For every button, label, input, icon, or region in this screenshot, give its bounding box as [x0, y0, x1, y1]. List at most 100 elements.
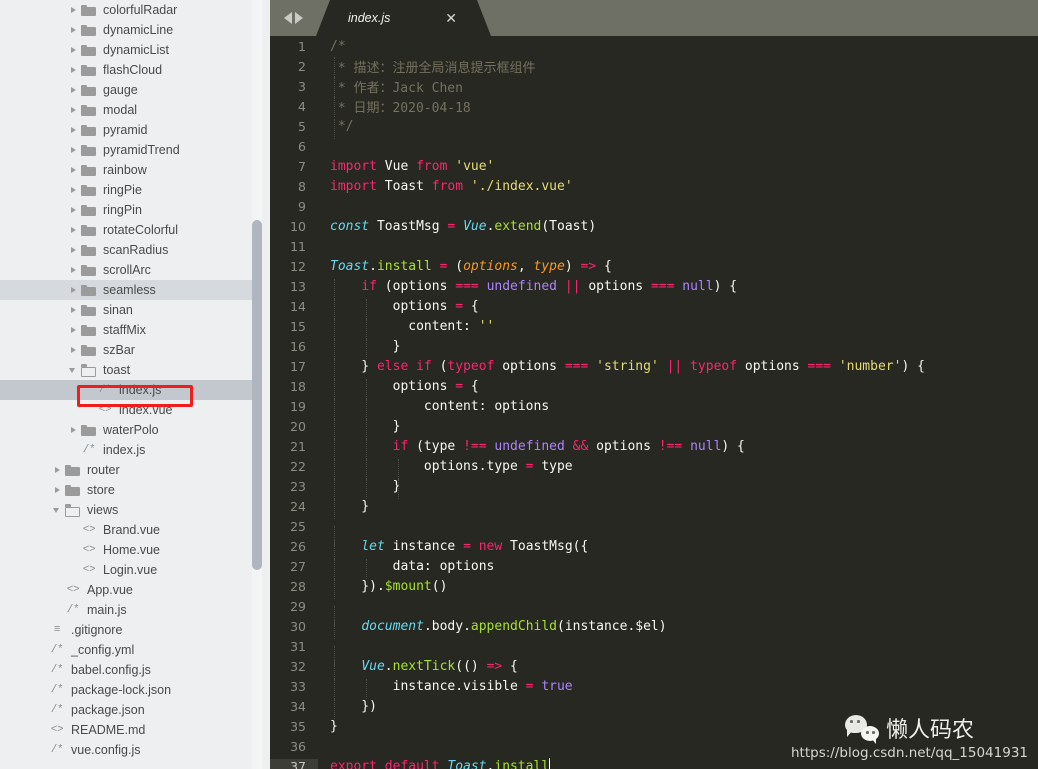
- code-line-text[interactable]: content: '': [318, 318, 1038, 339]
- code-line-text[interactable]: instance.visible = true: [318, 678, 1038, 699]
- tree-folder-store[interactable]: store: [0, 480, 262, 500]
- code-line[interactable]: 30 document.body.appendChild(instance.$e…: [270, 616, 1038, 639]
- code-line[interactable]: 37 export default Toast.install: [270, 756, 1038, 769]
- code-line[interactable]: 23 }: [270, 476, 1038, 499]
- tree-folder-ringPin[interactable]: ringPin: [0, 200, 262, 220]
- chevron-right-icon[interactable]: [68, 125, 79, 136]
- tree-file-Home.vue[interactable]: <> Home.vue: [0, 540, 262, 560]
- code-line[interactable]: 9: [270, 196, 1038, 216]
- code-line[interactable]: 10 const ToastMsg = Vue.extend(Toast): [270, 216, 1038, 236]
- code-line-text[interactable]: }: [318, 418, 1038, 439]
- code-line[interactable]: 18 options = {: [270, 376, 1038, 399]
- code-line[interactable]: 29: [270, 596, 1038, 626]
- code-line[interactable]: 4 * 日期：2020-04-18: [270, 96, 1038, 117]
- tree-folder-modal[interactable]: modal: [0, 100, 262, 120]
- chevron-right-icon[interactable]: [68, 305, 79, 316]
- code-line[interactable]: 31: [270, 636, 1038, 666]
- code-line-text[interactable]: let instance = new ToastMsg({: [318, 538, 1038, 559]
- code-line-text[interactable]: if (options === undefined || options ===…: [318, 278, 1038, 299]
- code-line[interactable]: 27 data: options: [270, 556, 1038, 579]
- tree-folder-rainbow[interactable]: rainbow: [0, 160, 262, 180]
- code-line-text[interactable]: }: [318, 498, 1038, 519]
- code-line-text[interactable]: data: options: [318, 558, 1038, 579]
- chevron-right-icon[interactable]: [68, 85, 79, 96]
- code-line[interactable]: 11: [270, 236, 1038, 256]
- chevron-down-icon[interactable]: [68, 365, 79, 376]
- code-line-text[interactable]: }: [318, 719, 1038, 734]
- code-line-text[interactable]: }).$mount(): [318, 578, 1038, 599]
- tree-file-README.md[interactable]: <> README.md: [0, 720, 262, 740]
- code-line[interactable]: 34 }): [270, 696, 1038, 719]
- tree-file-Login.vue[interactable]: <> Login.vue: [0, 560, 262, 580]
- tree-folder-waterPolo[interactable]: waterPolo: [0, 420, 262, 440]
- tree-file-.gitignore[interactable]: ≡ .gitignore: [0, 620, 262, 640]
- chevron-right-icon[interactable]: [68, 65, 79, 76]
- code-line-text[interactable]: if (type !== undefined && options !== nu…: [318, 438, 1038, 459]
- code-line-text[interactable]: * 日期：2020-04-18: [318, 96, 1038, 117]
- sidebar-scrollbar-thumb[interactable]: [252, 220, 262, 570]
- tree-folder-sinan[interactable]: sinan: [0, 300, 262, 320]
- code-line[interactable]: 16 }: [270, 336, 1038, 359]
- tree-folder-szBar[interactable]: szBar: [0, 340, 262, 360]
- code-line-text[interactable]: import Vue from 'vue': [318, 159, 1038, 174]
- code-line[interactable]: 22 options.type = type: [270, 456, 1038, 479]
- tree-folder-toast[interactable]: toast: [0, 360, 262, 380]
- code-line[interactable]: 19 content: options: [270, 396, 1038, 419]
- code-line[interactable]: 33 instance.visible = true: [270, 676, 1038, 699]
- tree-folder-staffMix[interactable]: staffMix: [0, 320, 262, 340]
- tree-folder-flashCloud[interactable]: flashCloud: [0, 60, 262, 80]
- chevron-right-icon[interactable]: [68, 145, 79, 156]
- code-line-text[interactable]: options = {: [318, 378, 1038, 399]
- tree-folder-ringPie[interactable]: ringPie: [0, 180, 262, 200]
- tree-file-babel.config.js[interactable]: /* babel.config.js: [0, 660, 262, 680]
- code-line[interactable]: 12 Toast.install = (options, type) => {: [270, 256, 1038, 276]
- chevron-down-icon[interactable]: [52, 505, 63, 516]
- code-line[interactable]: 6: [270, 136, 1038, 156]
- tree-folder-rotateColorful[interactable]: rotateColorful: [0, 220, 262, 240]
- chevron-right-icon[interactable]: [68, 345, 79, 356]
- chevron-right-icon[interactable]: [68, 265, 79, 276]
- code-line-text[interactable]: * 作者：Jack Chen: [318, 76, 1038, 97]
- chevron-right-icon[interactable]: [68, 5, 79, 16]
- code-line-text[interactable]: Vue.nextTick(() => {: [318, 658, 1038, 679]
- code-line[interactable]: 8 import Toast from './index.vue': [270, 176, 1038, 196]
- code-line-text[interactable]: export default Toast.install: [318, 758, 1038, 769]
- chevron-right-icon[interactable]: [68, 325, 79, 336]
- code-content[interactable]: 1/* 2 * 描述：注册全局消息提示框组件 3 * 作者：Jack Chen 4 *…: [270, 36, 1038, 769]
- chevron-right-icon[interactable]: [68, 285, 79, 296]
- code-line[interactable]: 35}: [270, 716, 1038, 736]
- code-line[interactable]: 2 * 描述：注册全局消息提示框组件: [270, 56, 1038, 77]
- code-line[interactable]: 7 import Vue from 'vue': [270, 156, 1038, 176]
- tree-file-package.json[interactable]: /* package.json: [0, 700, 262, 720]
- code-line-text[interactable]: }: [318, 338, 1038, 359]
- code-line[interactable]: 15 content: '': [270, 316, 1038, 339]
- close-icon[interactable]: ✕: [445, 11, 457, 25]
- chevron-right-icon[interactable]: [68, 165, 79, 176]
- code-line[interactable]: 25: [270, 516, 1038, 546]
- tree-folder-dynamicLine[interactable]: dynamicLine: [0, 20, 262, 40]
- chevron-right-icon[interactable]: [68, 25, 79, 36]
- tree-file-App.vue[interactable]: <> App.vue: [0, 580, 262, 600]
- code-line[interactable]: 14 options = {: [270, 296, 1038, 319]
- chevron-right-icon[interactable]: [68, 45, 79, 56]
- tree-file-index.js[interactable]: /* index.js: [0, 380, 262, 400]
- code-line[interactable]: 13 if (options === undefined || options …: [270, 276, 1038, 299]
- chevron-right-icon[interactable]: [68, 425, 79, 436]
- tree-file-index.js[interactable]: /* index.js: [0, 440, 262, 460]
- triangle-right-icon[interactable]: [294, 12, 303, 24]
- tree-file-main.js[interactable]: /* main.js: [0, 600, 262, 620]
- tree-folder-views[interactable]: views: [0, 500, 262, 520]
- tree-folder-router[interactable]: router: [0, 460, 262, 480]
- code-line-text[interactable]: } else if (typeof options === 'string' |…: [318, 358, 1038, 379]
- chevron-right-icon[interactable]: [52, 465, 63, 476]
- tree-folder-colorfulRadar[interactable]: colorfulRadar: [0, 0, 262, 20]
- code-line[interactable]: 17 } else if (typeof options === 'string…: [270, 356, 1038, 379]
- code-line[interactable]: 20 }: [270, 416, 1038, 439]
- code-line-text[interactable]: const ToastMsg = Vue.extend(Toast): [318, 219, 1038, 234]
- chevron-right-icon[interactable]: [68, 205, 79, 216]
- code-line-text[interactable]: }: [318, 478, 1038, 499]
- code-line-text[interactable]: import Toast from './index.vue': [318, 179, 1038, 194]
- tab-index-js[interactable]: index.js ✕: [316, 0, 491, 36]
- tab-nav-arrows[interactable]: [270, 0, 316, 36]
- tree-file-Brand.vue[interactable]: <> Brand.vue: [0, 520, 262, 540]
